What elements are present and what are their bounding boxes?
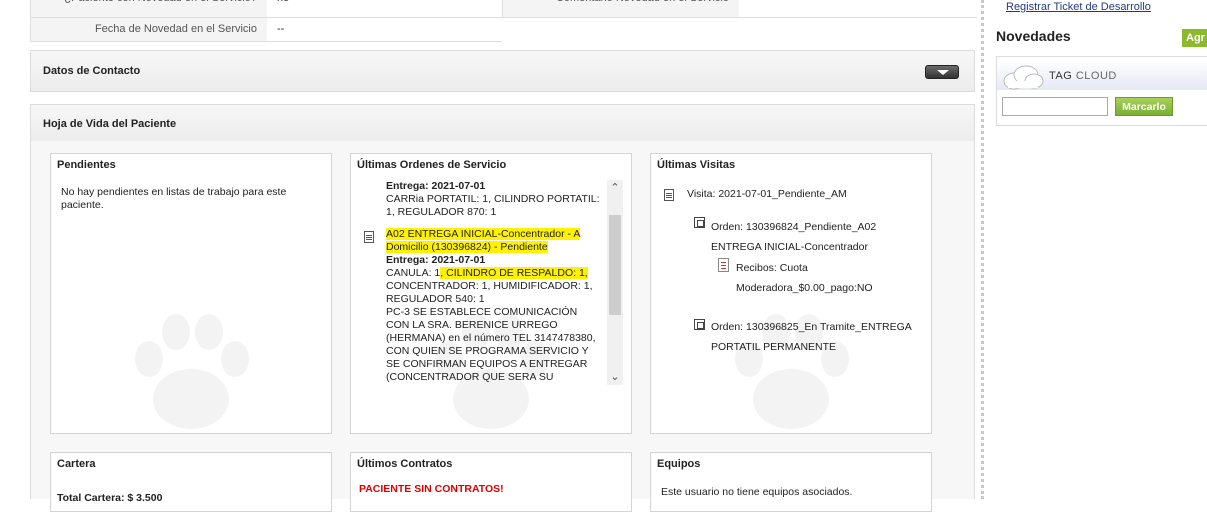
tag-cloud-widget: TAG CLOUD Marcarlo — [996, 56, 1207, 126]
novedad-row: ¿Paciente con Novedad en el Servicio? no — [30, 0, 503, 18]
pendientes-title: Pendientes — [57, 159, 116, 171]
cartera-panel: Cartera Total Cartera: $ 3.500 — [50, 452, 332, 512]
equipos-title: Equipos — [657, 458, 701, 470]
novedad-label: ¿Paciente con Novedad en el Servicio? — [31, 0, 267, 17]
order-notes: PC-3 SE ESTABLECE COMUNICACIÓN CON LA SR… — [386, 306, 596, 385]
ordenes-scroll-list[interactable]: Entrega: 2021-07-01 CARRia PORTATIL: 1, … — [351, 180, 609, 385]
registrar-ticket-link[interactable]: Registrar Ticket de Desarrollo — [1006, 1, 1151, 13]
fecha-value: -- — [267, 18, 503, 41]
comentario-row: Comentario Novedad en el Servicio — [502, 0, 978, 18]
cloud-icon — [1003, 65, 1044, 90]
order-items: CANULA: 1, CILINDRO DE RESPALDO: 1, CONC… — [386, 267, 593, 305]
paw-watermark-icon — [121, 304, 261, 433]
visitas-panel: Últimas Visitas Visita: 2021-07-01_Pendi… — [650, 153, 932, 434]
orden2-link[interactable]: Orden: 130396825_En Tramite_ENTREGA PORT… — [711, 317, 921, 357]
ordenes-panel: Últimas Ordenes de Servicio Entrega: 202… — [350, 153, 632, 434]
hoja-vida-title: Hoja de Vida del Paciente — [43, 118, 177, 130]
fecha-row: Fecha de Novedad en el Servicio -- — [30, 18, 503, 42]
hoja-vida-bar: Hoja de Vida del Paciente — [30, 104, 975, 142]
recibo-link[interactable]: Recibos: Cuota Moderadora_$0.00_pago:NO — [736, 258, 896, 298]
comentario-value — [739, 0, 978, 17]
ordenes-scrollbar[interactable]: ⌃ ⌄ — [607, 180, 623, 385]
cartera-total: Total Cartera: $ 3.500 — [57, 492, 163, 504]
cartera-title: Cartera — [57, 458, 96, 470]
novedad-value: no — [267, 0, 503, 17]
scroll-thumb[interactable] — [609, 215, 621, 315]
pendientes-text: No hay pendientes en listas de trabajo p… — [61, 186, 287, 211]
visitas-title: Últimas Visitas — [657, 159, 736, 171]
equipos-panel: Equipos Este usuario no tiene equipos as… — [650, 452, 932, 512]
ordenes-title: Últimas Ordenes de Servicio — [357, 159, 507, 171]
marcarlo-button[interactable]: Marcarlo — [1115, 97, 1173, 116]
tag-cloud-label: TAG CLOUD — [1049, 70, 1117, 82]
contratos-title: Últimos Contratos — [357, 458, 453, 470]
datos-contacto-title: Datos de Contacto — [43, 65, 141, 77]
order-icon — [694, 217, 705, 228]
contratos-panel: Últimos Contratos PACIENTE SIN CONTRATOS… — [350, 452, 632, 512]
agregar-button[interactable]: Agr — [1182, 29, 1207, 47]
pendientes-panel: Pendientes No hay pendientes en listas d… — [50, 153, 332, 434]
sidebar-divider — [981, 0, 984, 499]
fecha-label: Fecha de Novedad en el Servicio — [31, 18, 267, 41]
tag-cloud-header: TAG CLOUD — [997, 60, 1207, 90]
expand-contacto-button[interactable] — [925, 65, 959, 79]
tag-input[interactable] — [1002, 97, 1108, 116]
scroll-up-icon[interactable]: ⌃ — [607, 180, 623, 196]
equipos-message: Este usuario no tiene equipos asociados. — [661, 486, 853, 498]
datos-contacto-bar[interactable]: Datos de Contacto — [30, 50, 975, 92]
order-icon — [694, 319, 705, 330]
comentario-label: Comentario Novedad en el Servicio — [503, 0, 739, 17]
scroll-down-icon[interactable]: ⌄ — [607, 369, 623, 385]
contratos-message: PACIENTE SIN CONTRATOS! — [359, 483, 504, 495]
order-entrega-date: Entrega: 2021-07-01 — [386, 180, 486, 192]
document-icon — [664, 189, 674, 201]
novedades-title: Novedades — [996, 28, 1071, 44]
receipt-icon — [718, 258, 729, 272]
orden1-link[interactable]: Orden: 130396824_Pendiente_A02 ENTREGA I… — [711, 217, 891, 257]
order-title-link[interactable]: A02 ENTREGA INICIAL-Concentrador - A Dom… — [386, 228, 601, 254]
visit-link[interactable]: Visita: 2021-07-01_Pendiente_AM — [687, 188, 847, 200]
order-items: CARRia PORTATIL: 1, CILINDRO PORTATIL: 1… — [386, 193, 600, 218]
document-icon — [364, 231, 374, 243]
order-entrega-date: Entrega: 2021-07-01 — [386, 254, 486, 266]
